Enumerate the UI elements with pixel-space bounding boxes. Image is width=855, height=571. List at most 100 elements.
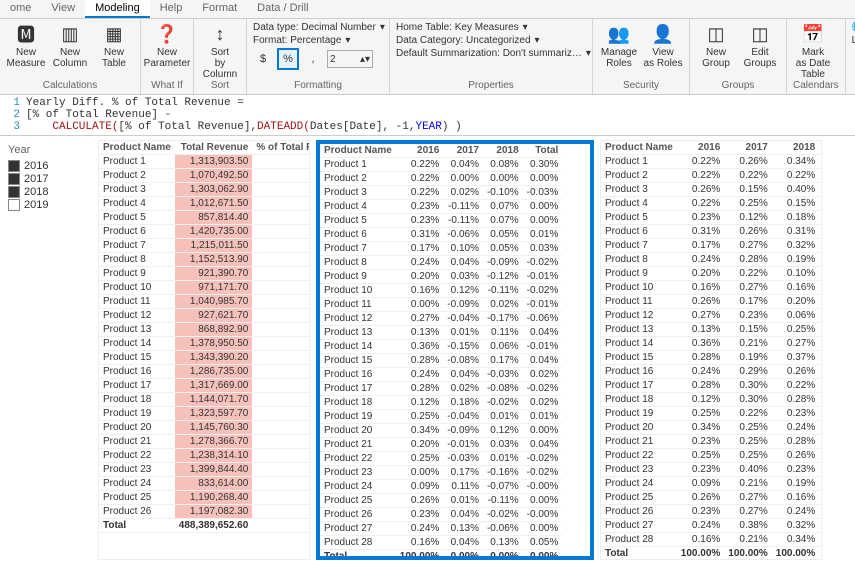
table-row[interactable]: Product 61,420,735.000.29% bbox=[99, 225, 310, 239]
table-row[interactable]: Product 50.23%0.12%0.18%0.18% bbox=[601, 211, 822, 225]
table-row[interactable]: Product 230.00%0.17%-0.16%-0.02% bbox=[320, 466, 562, 480]
table-row[interactable]: Product 60.31%-0.06%0.05%0.01% bbox=[320, 228, 562, 242]
slicer-item-2017[interactable]: 2017 bbox=[8, 173, 88, 185]
tab-format[interactable]: Format bbox=[192, 0, 247, 18]
format-dropdown[interactable]: Format: Percentage ▾ bbox=[253, 35, 383, 46]
table-row[interactable]: Product 24833,614.000.17% bbox=[99, 477, 310, 491]
table-row[interactable]: Product 120.27%-0.04%-0.17%-0.06% bbox=[320, 312, 562, 326]
table-row[interactable]: Product 220.25%0.25%0.26%0.25% bbox=[601, 449, 822, 463]
table-row[interactable]: Product 250.26%0.01%-0.11%0.00% bbox=[320, 494, 562, 508]
table-row[interactable]: Product 180.12%0.30%0.28%0.23% bbox=[601, 393, 822, 407]
new-column-button[interactable]: ▥NewColumn bbox=[50, 22, 90, 69]
table-row[interactable]: Product 130.13%0.15%0.25%0.18% bbox=[601, 323, 822, 337]
manage-roles-button[interactable]: 👥ManageRoles bbox=[599, 22, 639, 69]
table-row[interactable]: Product 10.22%0.26%0.34%0.27% bbox=[601, 155, 822, 169]
table-row[interactable]: Product 191,323,597.700.27% bbox=[99, 407, 310, 421]
table-row[interactable]: Product 40.22%0.25%0.15%0.21% bbox=[601, 197, 822, 211]
sort-by-column-button[interactable]: ↕Sortby Column bbox=[200, 22, 240, 80]
view-as-roles-button[interactable]: 👤Viewas Roles bbox=[643, 22, 683, 69]
tab-modeling[interactable]: Modeling bbox=[85, 0, 150, 18]
table-row[interactable]: Product 180.12%0.18%-0.02%0.02% bbox=[320, 396, 562, 410]
table-row[interactable]: Product 151,343,390.200.28% bbox=[99, 351, 310, 365]
table-row[interactable]: Product 20.22%0.00%0.00%0.00% bbox=[320, 172, 562, 186]
mark-as-date-table-button[interactable]: 📅Markas Date Table bbox=[793, 22, 833, 80]
year-slicer[interactable]: Year 2016201720182019 bbox=[4, 140, 92, 560]
table-row[interactable]: Product 171,317,669.000.27% bbox=[99, 379, 310, 393]
table-row[interactable]: Product 140.36%0.21%0.27%0.28% bbox=[601, 337, 822, 351]
percent-button[interactable]: % bbox=[277, 48, 299, 70]
table-row[interactable]: Product 160.24%0.04%-0.03%0.02% bbox=[320, 368, 562, 382]
table-row[interactable]: Product 11,313,903.500.27% bbox=[99, 155, 310, 169]
tab-view[interactable]: View bbox=[41, 0, 85, 18]
slicer-item-2018[interactable]: 2018 bbox=[8, 186, 88, 198]
table-row[interactable]: Product 9921,390.700.19% bbox=[99, 267, 310, 281]
table-row[interactable]: Product 90.20%0.22%0.10%0.19% bbox=[601, 267, 822, 281]
slicer-item-2019[interactable]: 2019 bbox=[8, 199, 88, 211]
table-row[interactable]: Product 240.09%0.11%-0.07%-0.00% bbox=[320, 480, 562, 494]
new-measure-button[interactable]: 🅼NewMeasure bbox=[6, 22, 46, 69]
table-row[interactable]: Product 200.34%-0.09%0.12%0.00% bbox=[320, 424, 562, 438]
table-row[interactable]: Product 231,399,844.400.29% bbox=[99, 463, 310, 477]
matrix-visual-pct[interactable]: Product Name201620172018TotalProduct 10.… bbox=[600, 140, 822, 560]
edit-groups-button[interactable]: ◫EditGroups bbox=[740, 22, 780, 69]
table-row[interactable]: Product 40.23%-0.11%0.07%0.00% bbox=[320, 200, 562, 214]
table-row[interactable]: Product 41,012,671.500.21% bbox=[99, 197, 310, 211]
table-row[interactable]: Product 160.24%0.29%0.26%0.26% bbox=[601, 365, 822, 379]
table-row[interactable]: Product 181,144,071.700.23% bbox=[99, 393, 310, 407]
table-row[interactable]: Product 100.16%0.12%-0.11%-0.02% bbox=[320, 284, 562, 298]
table-row[interactable]: Product 13868,892.900.18% bbox=[99, 323, 310, 337]
table-row[interactable]: Product 21,070,492.500.22% bbox=[99, 169, 310, 183]
table-row[interactable]: Product 260.23%0.04%-0.02%-0.00% bbox=[320, 508, 562, 522]
table-row[interactable]: Product 201,145,760.300.23% bbox=[99, 421, 310, 435]
tab-data / drill[interactable]: Data / Drill bbox=[247, 0, 318, 18]
table-row[interactable]: Product 60.31%0.26%0.31%0.29% bbox=[601, 225, 822, 239]
tab-ome[interactable]: ome bbox=[0, 0, 41, 18]
linguistic-button[interactable]: Linguistic Schem bbox=[852, 35, 855, 46]
table-row[interactable]: Product 110.00%-0.09%0.02%-0.01% bbox=[320, 298, 562, 312]
table-row[interactable]: Product 30.22%0.02%-0.10%-0.03% bbox=[320, 186, 562, 200]
table-row[interactable]: Product 71,215,011.500.25% bbox=[99, 239, 310, 253]
table-row[interactable]: Product 260.23%0.27%0.24%0.25% bbox=[601, 505, 822, 519]
table-row[interactable]: Product 80.24%0.28%0.19%0.24% bbox=[601, 253, 822, 267]
table-row[interactable]: Product 200.34%0.25%0.24%0.23% bbox=[601, 421, 822, 435]
comma-button[interactable]: , bbox=[303, 49, 323, 69]
table-row[interactable]: Product 50.23%-0.11%0.07%0.00% bbox=[320, 214, 562, 228]
table-row[interactable]: Product 251,190,268.400.24% bbox=[99, 491, 310, 505]
table-row[interactable]: Product 70.17%0.27%0.32%0.25% bbox=[601, 239, 822, 253]
table-row[interactable]: Product 190.25%0.22%0.23%0.27% bbox=[601, 407, 822, 421]
table-row[interactable]: Product 80.24%0.04%-0.09%-0.02% bbox=[320, 256, 562, 270]
table-row[interactable]: Product 150.28%-0.08%0.17%0.04% bbox=[320, 354, 562, 368]
decimals-spinner[interactable]: 2▴▾ bbox=[327, 50, 373, 68]
table-row[interactable]: Product 140.36%-0.15%0.06%-0.01% bbox=[320, 340, 562, 354]
language-dropdown[interactable]: 🌐 Language ▾ bbox=[852, 22, 855, 33]
table-row[interactable]: Product 280.16%0.04%0.13%0.05% bbox=[320, 536, 562, 550]
table-row[interactable]: Product 210.20%-0.01%0.03%0.04% bbox=[320, 438, 562, 452]
table-row[interactable]: Product 270.24%0.38%0.32%0.31% bbox=[601, 519, 822, 533]
table-row[interactable]: Product 240.09%0.21%0.19%0.17% bbox=[601, 477, 822, 491]
tab-help[interactable]: Help bbox=[150, 0, 193, 18]
table-row[interactable]: Product 70.17%0.10%0.05%0.03% bbox=[320, 242, 562, 256]
table-row[interactable]: Product 111,040,985.700.21% bbox=[99, 295, 310, 309]
table-row[interactable]: Product 221,238,314.100.25% bbox=[99, 449, 310, 463]
table-row[interactable]: Product 170.28%0.02%-0.08%-0.02% bbox=[320, 382, 562, 396]
table-row[interactable]: Product 270.24%0.13%-0.06%0.00% bbox=[320, 522, 562, 536]
table-row[interactable]: Product 130.13%0.01%0.11%0.04% bbox=[320, 326, 562, 340]
table-row[interactable]: Product 5857,814.400.18% bbox=[99, 211, 310, 225]
table-row[interactable]: Product 170.28%0.30%0.22%0.27% bbox=[601, 379, 822, 393]
new-parameter-button[interactable]: ❓NewParameter bbox=[147, 22, 187, 69]
table-row[interactable]: Product 30.26%0.15%0.40%0.27% bbox=[601, 183, 822, 197]
datacategory-dropdown[interactable]: Data Category: Uncategorized ▾ bbox=[396, 35, 586, 46]
slicer-item-2016[interactable]: 2016 bbox=[8, 160, 88, 172]
table-row[interactable]: Product 100.16%0.27%0.16%0.20% bbox=[601, 281, 822, 295]
table-row[interactable]: Product 161,286,735.000.26% bbox=[99, 365, 310, 379]
table-row[interactable]: Product 220.25%-0.03%0.01%-0.02% bbox=[320, 452, 562, 466]
table-row[interactable]: Product 90.20%0.03%-0.12%-0.01% bbox=[320, 270, 562, 284]
table-row[interactable]: Product 210.23%0.25%0.28%0.26% bbox=[601, 435, 822, 449]
hometable-dropdown[interactable]: Home Table: Key Measures ▾ bbox=[396, 22, 586, 33]
table-row[interactable]: Product 211,278,366.700.26% bbox=[99, 435, 310, 449]
table-row[interactable]: Product 190.25%-0.04%0.01%0.01% bbox=[320, 410, 562, 424]
table-row[interactable]: Product 110.26%0.17%0.20%0.21% bbox=[601, 295, 822, 309]
currency-button[interactable]: $ bbox=[253, 49, 273, 69]
table-row[interactable]: Product 20.22%0.22%0.22%0.22% bbox=[601, 169, 822, 183]
table-row[interactable]: Product 230.23%0.40%0.23%0.29% bbox=[601, 463, 822, 477]
